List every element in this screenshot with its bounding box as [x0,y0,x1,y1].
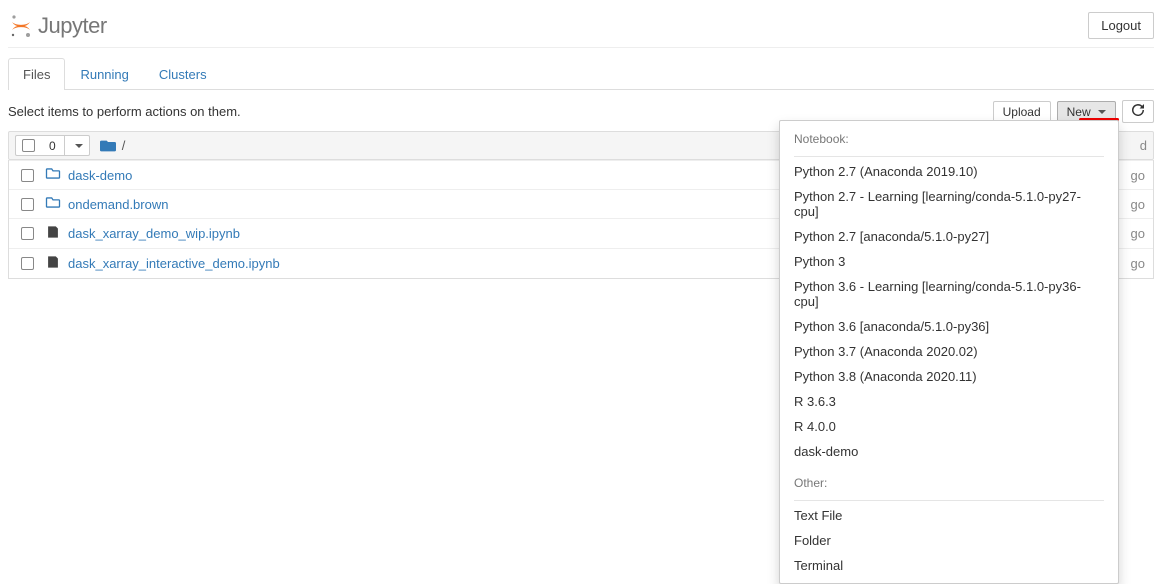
header: Jupyter Logout [8,8,1154,48]
notebook-icon [44,225,62,242]
menu-item-kernel[interactable]: dask-demo [780,439,1118,464]
folder-icon [44,196,62,212]
jupyter-logo[interactable]: Jupyter [8,13,107,39]
caret-down-icon [1098,110,1106,114]
menu-item-textfile[interactable]: Text File [780,503,1118,528]
main-tabs: Files Running Clusters [8,58,1154,90]
selected-count: 0 [41,136,64,155]
menu-item-kernel[interactable]: Python 2.7 (Anaconda 2019.10) [780,159,1118,184]
select-all-group[interactable]: 0 [15,135,90,156]
folder-icon[interactable] [100,139,116,153]
menu-divider [794,156,1104,157]
menu-item-kernel[interactable]: R 4.0.0 [780,414,1118,439]
file-meta: go [1131,168,1145,183]
breadcrumb: / [100,138,126,153]
menu-divider [794,500,1104,501]
hint-text: Select items to perform actions on them. [8,104,241,119]
notebook-icon [44,255,62,272]
file-meta: go [1131,197,1145,212]
file-name[interactable]: dask_xarray_interactive_demo.ipynb [68,256,280,271]
logout-button[interactable]: Logout [1088,12,1154,39]
menu-heading-notebook: Notebook: [780,126,1118,150]
file-name[interactable]: dask-demo [68,168,132,183]
menu-item-kernel[interactable]: R 3.6.3 [780,389,1118,414]
file-name[interactable]: dask_xarray_demo_wip.ipynb [68,226,240,241]
refresh-button[interactable] [1122,100,1154,123]
column-header-tail: d [1140,138,1147,153]
tab-clusters[interactable]: Clusters [144,58,222,90]
menu-item-folder[interactable]: Folder [780,528,1118,553]
menu-item-kernel[interactable]: Python 3.7 (Anaconda 2020.02) [780,339,1118,364]
menu-heading-other: Other: [780,470,1118,494]
new-dropdown-menu: Notebook: Python 2.7 (Anaconda 2019.10) … [779,120,1119,584]
folder-icon [44,167,62,183]
jupyter-wordmark: Jupyter [38,13,107,39]
row-checkbox[interactable] [21,198,34,211]
jupyter-icon [8,13,34,39]
file-meta: go [1131,256,1145,271]
row-checkbox[interactable] [21,169,34,182]
row-checkbox[interactable] [21,257,34,270]
caret-down-icon [75,144,83,148]
tab-running[interactable]: Running [65,58,143,90]
new-dropdown-label: New [1067,105,1091,119]
menu-item-kernel[interactable]: Python 3.6 - Learning [learning/conda-5.… [780,274,1118,314]
refresh-icon [1132,104,1144,116]
menu-item-kernel[interactable]: Python 2.7 - Learning [learning/conda-5.… [780,184,1118,224]
menu-item-kernel[interactable]: Python 3.6 [anaconda/5.1.0-py36] [780,314,1118,339]
menu-item-kernel[interactable]: Python 3.8 (Anaconda 2020.11) [780,364,1118,389]
row-checkbox[interactable] [21,227,34,240]
menu-item-kernel[interactable]: Python 3 [780,249,1118,274]
select-all-checkbox[interactable] [22,139,35,152]
menu-item-terminal[interactable]: Terminal [780,553,1118,578]
file-meta: go [1131,226,1145,241]
menu-item-kernel[interactable]: Python 2.7 [anaconda/5.1.0-py27] [780,224,1118,249]
tab-files[interactable]: Files [8,58,65,90]
select-dropdown[interactable] [64,136,89,155]
breadcrumb-sep: / [122,138,126,153]
file-name[interactable]: ondemand.brown [68,197,168,212]
